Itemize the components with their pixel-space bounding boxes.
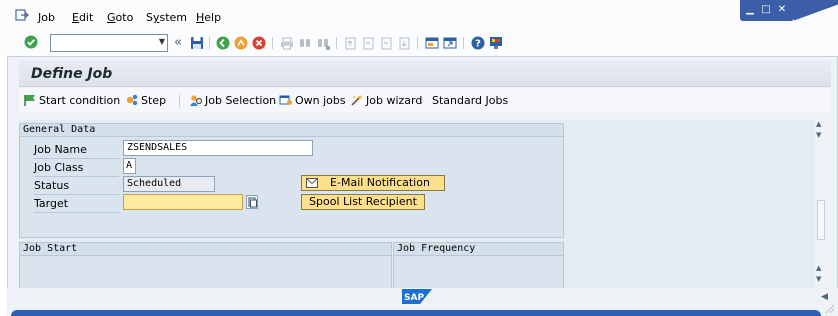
scroll-down-icon[interactable]: ▼ bbox=[816, 275, 821, 283]
own-jobs-icon bbox=[279, 95, 292, 105]
status-bar-accent bbox=[11, 310, 821, 316]
content-area: General Data Job Name ZSENDSALES Job Cla… bbox=[19, 120, 814, 300]
job-wizard-button[interactable]: Job wizard bbox=[350, 94, 422, 107]
first-page-icon[interactable] bbox=[343, 36, 357, 50]
application-toolbar: Start condition Step Job Selection Own j… bbox=[19, 88, 831, 112]
close-icon[interactable]: ✕ bbox=[776, 4, 788, 16]
step-button[interactable]: Step bbox=[125, 94, 166, 107]
previous-page-icon[interactable] bbox=[361, 36, 375, 50]
sap-logo: SAP bbox=[402, 289, 432, 304]
envelope-icon bbox=[306, 178, 318, 188]
find-next-icon[interactable] bbox=[316, 36, 330, 50]
command-field[interactable]: ▼ bbox=[50, 34, 168, 52]
status-label: Status bbox=[34, 179, 70, 192]
window-controls: ▁ □ ✕ bbox=[726, 0, 838, 24]
job-selection-icon bbox=[190, 95, 203, 106]
last-page-icon[interactable] bbox=[397, 36, 411, 50]
new-session-icon[interactable] bbox=[425, 36, 439, 50]
job-class-label: Job Class bbox=[34, 161, 84, 174]
back-icon[interactable] bbox=[216, 36, 230, 50]
minimize-icon[interactable]: ▁ bbox=[744, 4, 756, 16]
exit-icon[interactable] bbox=[15, 9, 29, 21]
menu-bar: Job Edit Goto System Help ▁ □ ✕ bbox=[0, 0, 838, 30]
scroll-up-icon[interactable]: ▲ bbox=[816, 120, 821, 128]
help-icon[interactable]: ? bbox=[471, 36, 485, 50]
chevron-down-icon[interactable]: ▼ bbox=[159, 37, 165, 46]
system-toolbar: ▼ « ? bbox=[0, 30, 838, 56]
search-help-icon[interactable] bbox=[246, 195, 258, 209]
standard-jobs-button[interactable]: Standard Jobs bbox=[432, 94, 508, 107]
vertical-scrollbar[interactable]: ▲ ▼ ▲ ▼ bbox=[814, 120, 826, 300]
menu-help[interactable]: Help bbox=[196, 11, 221, 24]
own-jobs-button[interactable]: Own jobs bbox=[279, 94, 346, 107]
enter-check-icon[interactable] bbox=[24, 35, 38, 49]
menu-job[interactable]: Job bbox=[38, 11, 55, 24]
scroll-down-icon[interactable]: ▼ bbox=[816, 131, 821, 139]
page-title: Define Job bbox=[31, 66, 113, 82]
target-server-field[interactable] bbox=[123, 194, 243, 210]
job-selection-button[interactable]: Job Selection bbox=[189, 94, 276, 107]
job-start-header: Job Start bbox=[20, 243, 391, 256]
svg-text:SAP: SAP bbox=[404, 293, 424, 303]
job-class-field[interactable]: A bbox=[123, 158, 136, 174]
spool-list-recipient-button[interactable]: Spool List Recipient bbox=[301, 194, 425, 210]
target-label: Target bbox=[34, 197, 69, 210]
customize-layout-icon[interactable] bbox=[489, 36, 503, 50]
print-icon[interactable] bbox=[280, 36, 294, 50]
job-frequency-header: Job Frequency bbox=[394, 243, 563, 256]
flag-icon bbox=[24, 95, 35, 106]
maximize-icon[interactable]: □ bbox=[760, 4, 772, 16]
save-icon[interactable] bbox=[190, 36, 204, 50]
svg-text:?: ? bbox=[475, 39, 481, 50]
email-notification-button[interactable]: E-Mail Notification bbox=[301, 175, 445, 191]
next-page-icon[interactable] bbox=[379, 36, 393, 50]
menu-goto[interactable]: Goto bbox=[107, 11, 133, 24]
menu-edit[interactable]: Edit bbox=[72, 11, 93, 24]
history-back-icon[interactable]: « bbox=[174, 35, 182, 50]
scroll-up-icon[interactable]: ▲ bbox=[816, 264, 821, 272]
status-field: Scheduled bbox=[123, 176, 215, 192]
resize-grip-icon[interactable] bbox=[823, 302, 835, 314]
wizard-wand-icon bbox=[351, 94, 363, 106]
collapse-status-icon[interactable]: ◀ bbox=[821, 292, 828, 302]
shortcut-icon[interactable] bbox=[443, 36, 457, 50]
menu-system[interactable]: System bbox=[146, 11, 187, 24]
job-name-field[interactable]: ZSENDSALES bbox=[123, 140, 313, 156]
main-panel: Define Job Start condition Step Job Sele… bbox=[7, 56, 838, 316]
job-name-label: Job Name bbox=[34, 143, 87, 156]
cancel-icon[interactable] bbox=[252, 36, 266, 50]
find-icon[interactable] bbox=[298, 36, 312, 50]
general-data-header: General Data bbox=[20, 124, 563, 137]
start-condition-button[interactable]: Start condition bbox=[23, 94, 120, 107]
general-data-group: General Data Job Name ZSENDSALES Job Cla… bbox=[19, 123, 564, 238]
scroll-thumb[interactable] bbox=[817, 200, 825, 240]
step-icon bbox=[126, 94, 138, 106]
title-bar: Define Job bbox=[19, 61, 831, 87]
exit-circle-icon[interactable] bbox=[234, 36, 248, 50]
command-input[interactable] bbox=[51, 35, 149, 51]
